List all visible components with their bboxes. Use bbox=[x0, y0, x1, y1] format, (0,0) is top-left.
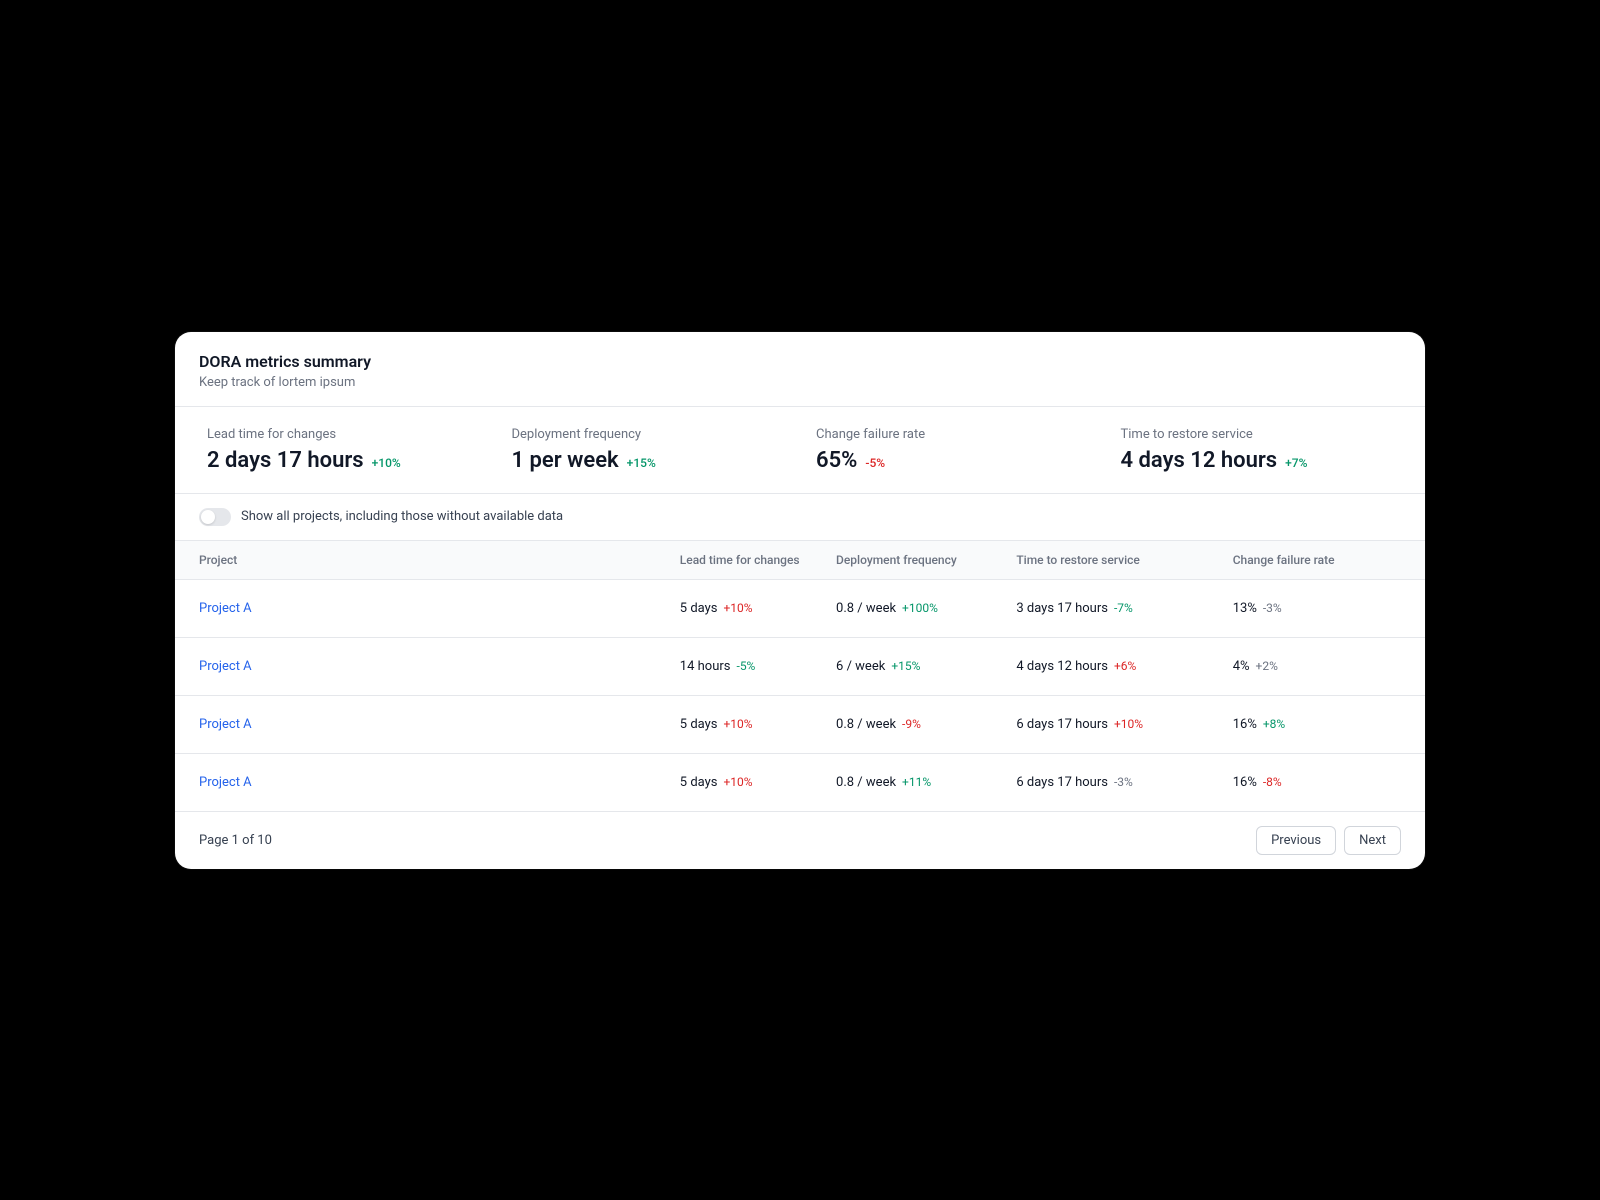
metric-value: 65% bbox=[816, 448, 857, 473]
cell-delta: -5% bbox=[737, 659, 756, 673]
cell-delta: +11% bbox=[902, 775, 931, 789]
column-header-lead: Lead time for changes bbox=[680, 553, 836, 567]
metric-label: Change failure rate bbox=[816, 427, 1089, 442]
show-all-projects-label: Show all projects, including those witho… bbox=[241, 509, 563, 524]
cell-delta: +10% bbox=[1114, 717, 1143, 731]
metric-label: Time to restore service bbox=[1121, 427, 1394, 442]
cell-delta: -7% bbox=[1114, 601, 1133, 615]
cell-delta: -3% bbox=[1263, 601, 1282, 615]
cell-delta: +2% bbox=[1256, 659, 1278, 673]
metric-value: 2 days 17 hours bbox=[207, 448, 364, 473]
metric-label: Lead time for changes bbox=[207, 427, 480, 442]
table-footer: Page 1 of 10 Previous Next bbox=[175, 812, 1425, 869]
metric-time-to-restore: Time to restore service 4 days 12 hours … bbox=[1105, 427, 1410, 473]
cell-value: 5 days bbox=[680, 717, 718, 732]
cell-delta: +6% bbox=[1114, 659, 1136, 673]
cell-value: 0.8 / week bbox=[836, 717, 896, 732]
metric-value: 1 per week bbox=[512, 448, 619, 473]
cell-delta: -9% bbox=[902, 717, 921, 731]
metric-delta: +10% bbox=[372, 456, 401, 470]
cell-value: 6 / week bbox=[836, 659, 885, 674]
cell-delta: +100% bbox=[902, 601, 938, 615]
cell-delta: -3% bbox=[1114, 775, 1133, 789]
cell-delta: +10% bbox=[724, 601, 753, 615]
dora-metrics-card: DORA metrics summary Keep track of lorte… bbox=[175, 332, 1425, 869]
project-link[interactable]: Project A bbox=[199, 601, 252, 616]
cell-value: 0.8 / week bbox=[836, 601, 896, 616]
metric-delta: +7% bbox=[1285, 456, 1307, 470]
metrics-summary-row: Lead time for changes 2 days 17 hours +1… bbox=[175, 406, 1425, 494]
column-header-failure: Change failure rate bbox=[1233, 553, 1401, 567]
table-row: Project A 5 days +10% 0.8 / week +11% 6 … bbox=[175, 754, 1425, 812]
cell-value: 16% bbox=[1233, 717, 1257, 732]
show-all-projects-toggle[interactable] bbox=[199, 508, 231, 526]
metric-value: 4 days 12 hours bbox=[1121, 448, 1278, 473]
card-title: DORA metrics summary bbox=[199, 352, 1401, 371]
metric-delta: +15% bbox=[627, 456, 656, 470]
metric-delta: -5% bbox=[865, 456, 885, 470]
card-subtitle: Keep track of lortem ipsum bbox=[199, 375, 1401, 390]
cell-value: 5 days bbox=[680, 601, 718, 616]
cell-delta: +8% bbox=[1263, 717, 1285, 731]
metric-change-failure-rate: Change failure rate 65% -5% bbox=[800, 427, 1105, 473]
column-header-restore: Time to restore service bbox=[1016, 553, 1232, 567]
cell-delta: +15% bbox=[891, 659, 920, 673]
cell-value: 16% bbox=[1233, 775, 1257, 790]
next-button[interactable]: Next bbox=[1344, 826, 1401, 855]
pagination-text: Page 1 of 10 bbox=[199, 833, 272, 848]
cell-value: 13% bbox=[1233, 601, 1257, 616]
column-header-deploy: Deployment frequency bbox=[836, 553, 1016, 567]
project-link[interactable]: Project A bbox=[199, 775, 252, 790]
metric-label: Deployment frequency bbox=[512, 427, 785, 442]
table-row: Project A 5 days +10% 0.8 / week -9% 6 d… bbox=[175, 696, 1425, 754]
cell-delta: -8% bbox=[1263, 775, 1282, 789]
table-header-row: Project Lead time for changes Deployment… bbox=[175, 540, 1425, 580]
metric-lead-time: Lead time for changes 2 days 17 hours +1… bbox=[191, 427, 496, 473]
cell-delta: +10% bbox=[724, 717, 753, 731]
cell-value: 5 days bbox=[680, 775, 718, 790]
cell-delta: +10% bbox=[724, 775, 753, 789]
cell-value: 0.8 / week bbox=[836, 775, 896, 790]
table-row: Project A 5 days +10% 0.8 / week +100% 3… bbox=[175, 580, 1425, 638]
cell-value: 6 days 17 hours bbox=[1016, 717, 1108, 732]
project-link[interactable]: Project A bbox=[199, 717, 252, 732]
cell-value: 4% bbox=[1233, 659, 1250, 674]
show-all-projects-row: Show all projects, including those witho… bbox=[175, 494, 1425, 540]
cell-value: 4 days 12 hours bbox=[1016, 659, 1108, 674]
previous-button[interactable]: Previous bbox=[1256, 826, 1336, 855]
cell-value: 3 days 17 hours bbox=[1016, 601, 1108, 616]
table-row: Project A 14 hours -5% 6 / week +15% 4 d… bbox=[175, 638, 1425, 696]
metric-deployment-frequency: Deployment frequency 1 per week +15% bbox=[496, 427, 801, 473]
project-link[interactable]: Project A bbox=[199, 659, 252, 674]
cell-value: 14 hours bbox=[680, 659, 731, 674]
card-header: DORA metrics summary Keep track of lorte… bbox=[175, 332, 1425, 406]
column-header-project: Project bbox=[199, 553, 680, 567]
cell-value: 6 days 17 hours bbox=[1016, 775, 1108, 790]
